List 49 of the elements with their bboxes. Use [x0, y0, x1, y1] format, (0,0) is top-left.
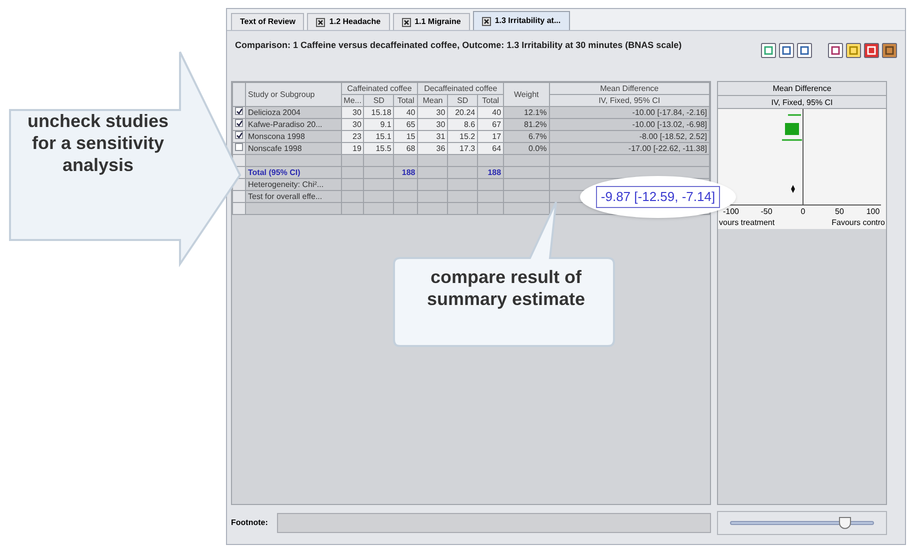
summary-estimate: -9.87 [-12.59, -7.14]	[596, 186, 720, 208]
axis-tick-label: -50	[760, 207, 772, 216]
axis-label: Favours contro	[832, 217, 885, 229]
table-cell: 0.0%	[504, 142, 550, 154]
table-cell: Test for overall effe...	[246, 190, 342, 202]
close-icon[interactable]	[316, 18, 326, 26]
table-cell: Nonscafe 1998	[246, 142, 342, 154]
close-icon[interactable]	[402, 18, 411, 26]
column-header: Decaffeinated coffee	[418, 82, 504, 94]
callout-text: uncheck studies for a sensitivity analysis	[26, 110, 170, 176]
tab[interactable]: 1.2 Headache	[307, 13, 390, 30]
table-cell: 6.7%	[504, 130, 550, 142]
checkbox[interactable]	[235, 132, 243, 139]
table-cell: -17.00 [-22.62, -11.38]	[549, 142, 710, 154]
footnote-label: Footnote:	[231, 517, 269, 529]
plot-header: Mean Difference	[718, 82, 886, 96]
tab[interactable]: Text of Review	[231, 13, 304, 30]
column-header: Caffeinated coffee	[341, 82, 418, 94]
zoom-slider[interactable]	[730, 517, 874, 529]
table-cell: -8.00 [-18.52, 2.52]	[549, 130, 710, 142]
tab[interactable]: 1.1 Migraine	[392, 13, 470, 30]
axis-tick-label: -100	[723, 207, 739, 216]
column-header: Mean Difference	[549, 82, 710, 94]
column-header: Study or Subgroup	[246, 82, 342, 106]
comparison-title: Comparison: 1 Caffeine versus decaffeinated coffee, Outcome: 1.3 Irritability at 30 minutes (BNAS scale)	[235, 39, 683, 51]
table-cell: Monscona 1998	[246, 130, 342, 142]
tab[interactable]: 1.3 Irritability at...	[472, 11, 570, 30]
column-header: IV, Fixed, 95% CI	[549, 94, 710, 106]
checkbox[interactable]	[235, 144, 243, 151]
axis-tick-label: 100	[866, 207, 880, 216]
plot-subheader: IV, Fixed, 95% CI	[718, 96, 886, 109]
axis-label: vours treatment	[719, 217, 775, 229]
table-cell: -10.00 [-13.02, -6.98]	[549, 118, 710, 130]
footnote-field[interactable]	[277, 513, 711, 533]
close-icon[interactable]	[482, 16, 491, 26]
column-header: Weight	[504, 82, 550, 106]
axis-tick-label: 0	[800, 207, 806, 216]
checkbox[interactable]	[235, 108, 243, 115]
table-cell: Kafwe-Paradiso 20...	[246, 118, 342, 130]
table-cell: Delicioza 2004	[246, 106, 342, 118]
checkbox[interactable]	[235, 120, 243, 127]
table-cell: Heterogeneity: Chi²...	[246, 178, 342, 190]
callout-text: compare result of summary estimate	[426, 266, 586, 310]
axis-tick-label: 50	[835, 207, 844, 216]
table-cell: 81.2%	[504, 118, 550, 130]
table-cell: 12.1%	[504, 106, 550, 118]
table-cell: -10.00 [-17.84, -2.16]	[549, 106, 710, 118]
table-cell: Total (95% CI)	[246, 166, 342, 178]
slider-thumb[interactable]	[839, 517, 852, 529]
